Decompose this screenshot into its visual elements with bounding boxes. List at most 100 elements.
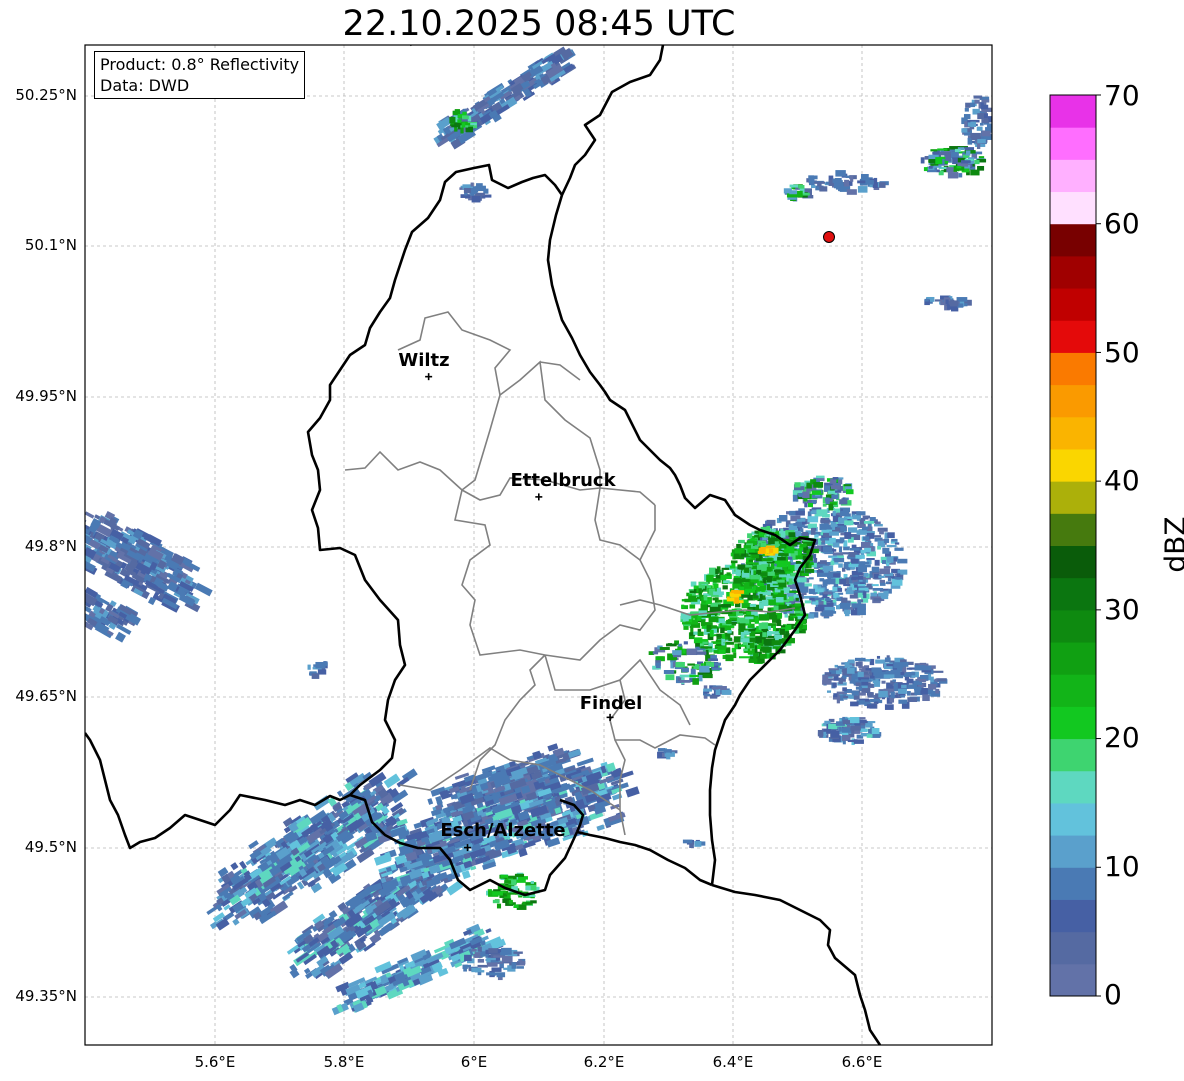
radar-pixel xyxy=(858,561,866,568)
radar-pixel xyxy=(767,635,775,639)
radar-pixel xyxy=(855,661,862,667)
radar-pixel xyxy=(712,597,716,601)
radar-pixel xyxy=(844,609,851,615)
colorbar-segment xyxy=(1050,416,1096,450)
radar-pixel xyxy=(463,965,467,972)
radar-pixel xyxy=(776,620,782,627)
radar-pixel xyxy=(886,663,895,667)
radar-pixel xyxy=(847,739,859,743)
radar-pixel xyxy=(449,116,456,124)
radar-pixel xyxy=(693,637,703,644)
colorbar-segment xyxy=(1050,448,1096,482)
radar-pixel xyxy=(835,170,846,177)
radar-pixel xyxy=(784,613,788,618)
radar-pixel xyxy=(703,595,708,601)
radar-pixel xyxy=(652,651,659,655)
radar-pixel xyxy=(804,568,815,573)
colorbar-segment xyxy=(1050,642,1096,675)
radar-pixel xyxy=(794,482,801,488)
radar-pixel xyxy=(530,900,537,904)
radar-pixel xyxy=(830,730,840,738)
radar-pixel xyxy=(745,561,754,565)
radar-pixel xyxy=(720,627,725,634)
radar-pixel xyxy=(796,519,806,522)
radar-pixel xyxy=(725,654,734,662)
radar-pixel xyxy=(477,964,488,968)
colorbar-segment xyxy=(1050,320,1096,353)
radar-pixel xyxy=(742,642,748,646)
product-info-box: Product: 0.8° Reflectivity Data: DWD xyxy=(94,51,306,99)
radar-pixel xyxy=(824,720,831,724)
radar-pixel xyxy=(879,582,886,586)
radar-pixel xyxy=(748,628,756,632)
radar-pixel xyxy=(832,511,836,516)
colorbar-segment xyxy=(1050,159,1096,193)
radar-pixel xyxy=(854,592,859,595)
radar-pixel xyxy=(901,684,907,689)
radar-pixel xyxy=(854,657,866,662)
radar-pixel xyxy=(932,151,938,155)
radar-pixel xyxy=(945,154,952,161)
radar-pixel xyxy=(977,139,986,144)
radar-pixel xyxy=(792,494,799,502)
radar-pixel xyxy=(804,502,808,508)
radar-pixel xyxy=(832,586,838,592)
radar-pixel xyxy=(788,532,796,538)
radar-pixel xyxy=(863,520,875,524)
radar-pixel xyxy=(932,670,944,673)
product-label: Product: 0.8° Reflectivity xyxy=(100,55,300,74)
x-tick-label: 6.4°E xyxy=(712,1053,754,1071)
radar-pixel xyxy=(666,752,671,760)
radar-pixel xyxy=(945,299,949,305)
radar-pixel xyxy=(906,678,914,684)
radar-pixel xyxy=(849,717,860,724)
radar-pixel xyxy=(814,557,818,563)
radar-pixel xyxy=(513,951,523,954)
radar-pixel xyxy=(504,880,512,884)
radar-pixel xyxy=(710,695,718,699)
radar-pixel xyxy=(785,631,790,636)
radar-pixel xyxy=(900,695,906,698)
radar-pixel xyxy=(726,597,735,602)
radar-pixel xyxy=(682,839,693,844)
radar-pixel xyxy=(892,679,897,682)
x-tick-label: 6.6°E xyxy=(841,1053,883,1071)
radar-pixel xyxy=(884,704,894,710)
radar-pixel xyxy=(747,548,755,553)
city-label-findel: Findel xyxy=(579,693,643,714)
radar-pixel xyxy=(703,673,713,679)
y-tick-label: 49.8°N xyxy=(24,537,77,555)
colorbar-segment xyxy=(1050,931,1096,965)
radar-pixel xyxy=(702,646,713,649)
radar-pixel xyxy=(843,695,849,699)
radar-pixel xyxy=(928,165,933,169)
radar-pixel xyxy=(713,650,719,654)
radar-pixel xyxy=(937,148,948,151)
radar-pixel xyxy=(855,554,865,559)
radar-pixel xyxy=(711,667,722,671)
radar-pixel xyxy=(825,181,829,185)
radar-pixel xyxy=(857,575,864,580)
radar-pixel xyxy=(850,725,861,731)
colorbar-tick: 20 xyxy=(1104,721,1140,754)
radar-pixel xyxy=(707,658,719,661)
radar-pixel xyxy=(822,546,833,553)
radar-pixel xyxy=(714,662,722,666)
radar-pixel xyxy=(862,666,866,670)
radar-pixel xyxy=(663,669,675,674)
radar-pixel xyxy=(749,603,757,607)
radar-pixel xyxy=(766,566,772,572)
radar-pixel xyxy=(832,542,840,548)
radar-pixel xyxy=(795,555,803,560)
radar-pixel xyxy=(488,948,498,953)
radar-pixel xyxy=(848,564,859,568)
radar-pixel xyxy=(745,616,754,620)
radar-pixel xyxy=(872,587,884,591)
radar-pixel xyxy=(837,665,846,669)
radar-pixel xyxy=(739,638,750,643)
radar-pixel xyxy=(871,584,879,587)
radar-pixel xyxy=(920,157,925,164)
radar-pixel xyxy=(509,899,513,905)
radar-pixel xyxy=(779,543,787,549)
radar-pixel xyxy=(814,607,824,612)
